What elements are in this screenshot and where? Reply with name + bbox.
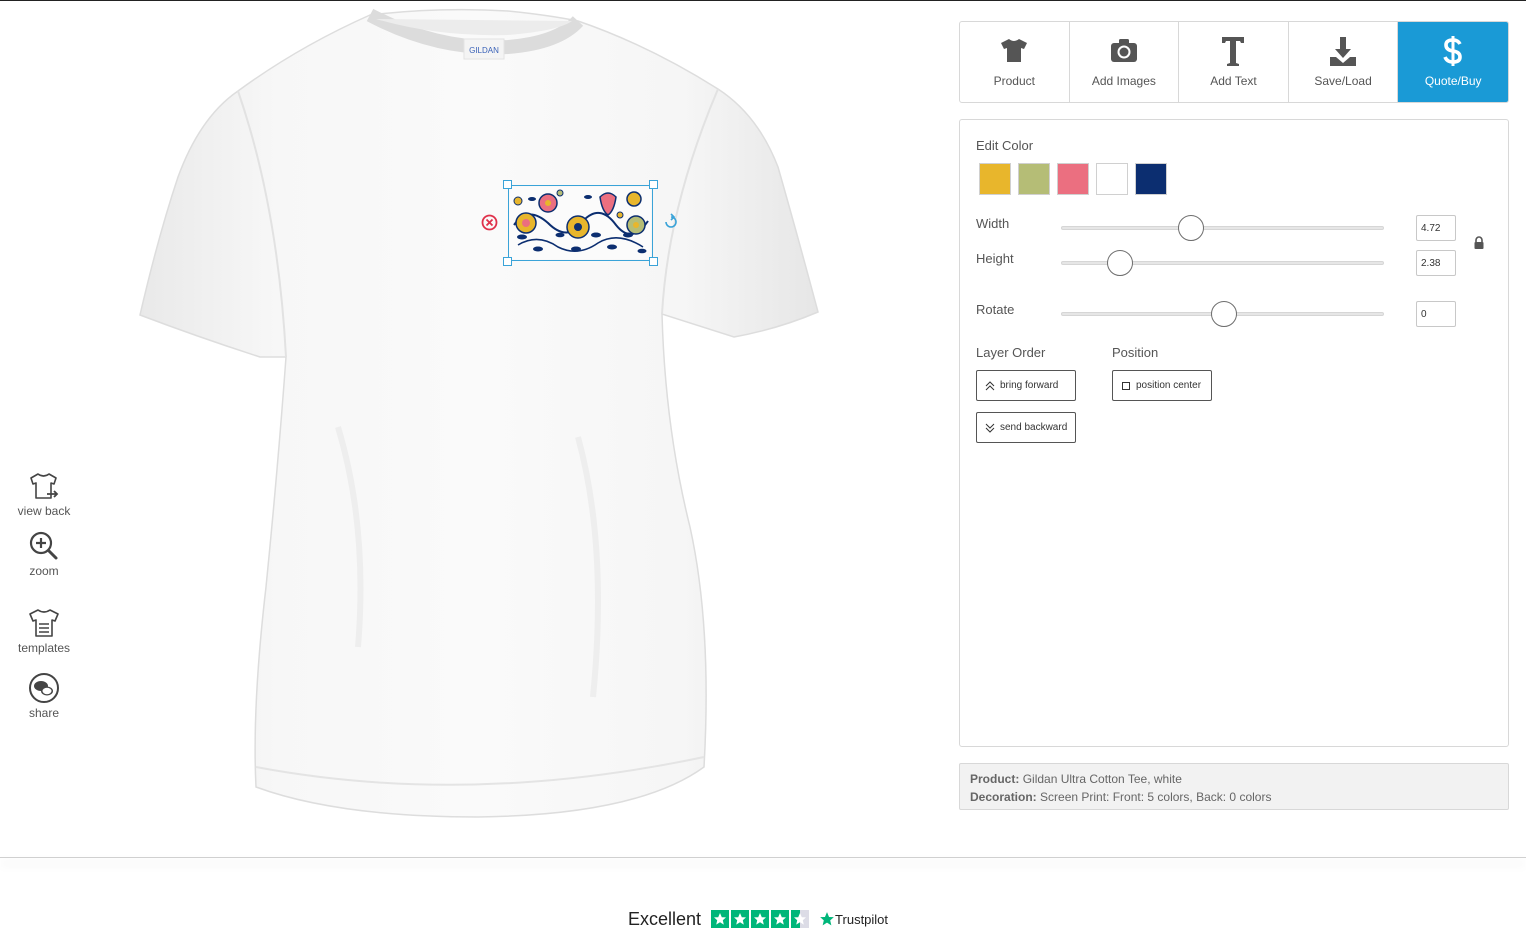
templates-button[interactable]: templates (8, 606, 80, 655)
dollar-icon (1443, 36, 1462, 66)
bring-forward-label: bring forward (1000, 380, 1059, 391)
decoration-line: Decoration: Screen Print: Front: 5 color… (970, 788, 1498, 806)
app-bottom-shadow (0, 857, 1526, 858)
product-canvas[interactable]: GILDAN (138, 7, 820, 819)
text-t-icon (1222, 37, 1245, 66)
edit-color-title: Edit Color (976, 138, 1034, 153)
height-slider[interactable] (1061, 250, 1384, 276)
trustpilot-rating-word: Excellent (628, 908, 702, 929)
trustpilot-brand-label: Trustpilot (835, 911, 889, 927)
send-backward-button[interactable]: send backward (976, 412, 1076, 443)
bring-forward-button[interactable]: bring forward (976, 370, 1076, 401)
zoom-button[interactable]: zoom (8, 529, 80, 578)
product-value: Gildan Ultra Cotton Tee, white (1022, 772, 1182, 786)
download-icon (1330, 37, 1357, 66)
rotate-label: Rotate (976, 302, 1015, 317)
tab-save-load[interactable]: Save/Load (1289, 22, 1399, 102)
share-label: share (28, 706, 60, 720)
star-icon (771, 910, 790, 928)
color-swatch-3[interactable] (1057, 163, 1089, 195)
color-swatch-2[interactable] (1018, 163, 1050, 195)
color-swatch-1[interactable] (979, 163, 1011, 195)
width-input[interactable] (1416, 215, 1456, 241)
zoom-in-icon (29, 531, 58, 560)
resize-handle-top-right[interactable] (649, 180, 658, 189)
shirt-flip-icon (30, 473, 59, 499)
height-label: Height (976, 251, 1014, 266)
center-square-icon (1122, 381, 1130, 390)
star-icon (731, 910, 750, 928)
share-chat-icon (29, 673, 59, 703)
tab-save-load-label: Save/Load (1314, 74, 1372, 88)
layer-order-title: Layer Order (976, 345, 1046, 360)
lock-icon[interactable] (1472, 236, 1486, 250)
star-icon (711, 910, 730, 928)
position-center-label: position center (1136, 380, 1202, 391)
resize-handle-bottom-left[interactable] (503, 257, 512, 266)
view-back-label: view back (17, 504, 71, 518)
tab-add-images[interactable]: Add Images (1070, 22, 1180, 102)
view-back-button[interactable]: view back (8, 469, 80, 518)
template-shirt-icon (29, 609, 59, 637)
tab-add-text[interactable]: Add Text (1179, 22, 1289, 102)
color-swatch-5[interactable] (1135, 163, 1167, 195)
width-label: Width (976, 216, 1010, 231)
templates-label: templates (17, 641, 71, 655)
edit-panel: Edit Color Width Height Rotate Layer Ord… (959, 119, 1509, 747)
tab-quote-buy[interactable]: Quote/Buy (1398, 22, 1508, 102)
designer-app: view back zoom templates share GILDAN Pr… (0, 1, 1526, 858)
width-slider[interactable] (1061, 215, 1384, 241)
height-input[interactable] (1416, 250, 1456, 276)
product-info-box: Product: Gildan Ultra Cotton Tee, white … (959, 763, 1509, 810)
height-slider-knob[interactable] (1107, 250, 1134, 276)
decoration-label: Decoration: (970, 790, 1037, 804)
trustpilot-stars (711, 910, 811, 928)
star-half-icon (791, 910, 810, 928)
selection-frame (508, 185, 653, 261)
camera-icon (1110, 39, 1137, 62)
tab-product-label: Product (993, 74, 1035, 88)
zoom-label: zoom (29, 564, 59, 578)
decoration-value: Screen Print: Front: 5 colors, Back: 0 c… (1040, 790, 1272, 804)
resize-handle-bottom-right[interactable] (649, 257, 658, 266)
product-line: Product: Gildan Ultra Cotton Tee, white (970, 770, 1498, 788)
color-swatch-4[interactable] (1096, 163, 1128, 195)
tab-quote-buy-label: Quote/Buy (1424, 74, 1482, 88)
chevron-double-down-icon (985, 423, 995, 433)
rotate-slider[interactable] (1061, 301, 1384, 327)
tab-add-text-label: Add Text (1210, 74, 1257, 88)
rotate-design-icon[interactable] (662, 213, 680, 231)
shirt-tag-text: GILDAN (469, 46, 499, 55)
trustpilot-logo-star-icon (820, 912, 834, 926)
tshirt-mockup: GILDAN (139, 8, 819, 818)
main-toolbar: Product Add Images Add Text Save/Load Qu… (959, 21, 1509, 103)
send-backward-label: send backward (1000, 422, 1068, 433)
resize-handle-top-left[interactable] (503, 180, 512, 189)
tshirt-icon (1001, 39, 1028, 62)
rotate-input[interactable] (1416, 301, 1456, 327)
width-slider-knob[interactable] (1178, 215, 1205, 241)
tab-product[interactable]: Product (960, 22, 1070, 102)
trustpilot-brand: Trustpilot (819, 911, 888, 927)
trustpilot-widget[interactable]: Excellent Trustpilot (628, 908, 888, 930)
position-title: Position (1112, 345, 1159, 360)
product-label: Product: (970, 772, 1020, 786)
position-center-button[interactable]: position center (1112, 370, 1212, 401)
design-artwork[interactable] (503, 180, 658, 266)
share-button[interactable]: share (8, 671, 80, 720)
star-icon (751, 910, 770, 928)
tab-add-images-label: Add Images (1091, 74, 1156, 88)
delete-design-icon[interactable] (481, 214, 498, 231)
chevron-double-up-icon (985, 380, 995, 390)
rotate-slider-knob[interactable] (1210, 301, 1237, 327)
